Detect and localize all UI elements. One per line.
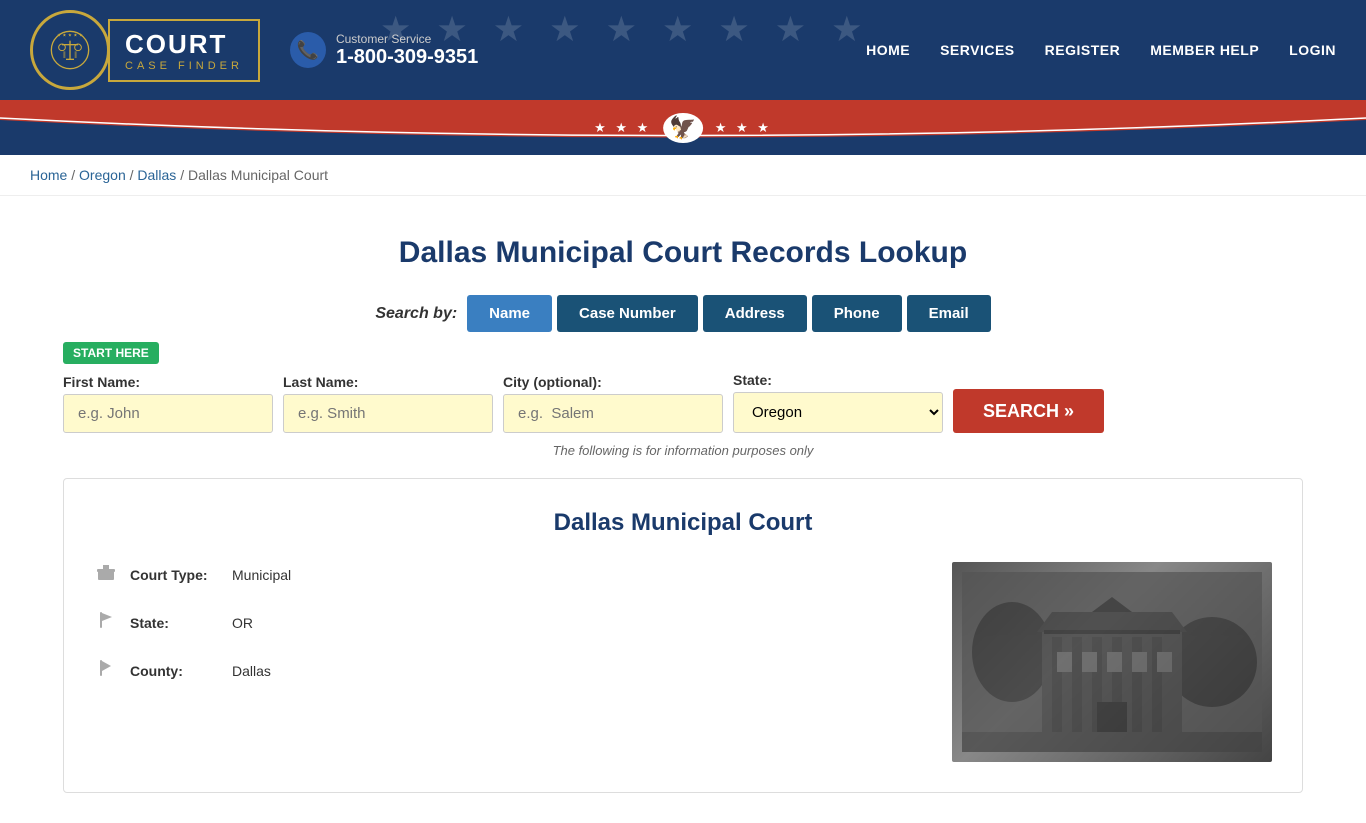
nav-home[interactable]: HOME [866,42,910,58]
search-form-container: START HERE First Name: Last Name: City (… [63,342,1303,433]
logo-area: ★ ★ ★ ★ ★ COURT CASE FINDER 📞 Customer S… [30,10,478,90]
nav-login[interactable]: LOGIN [1289,42,1336,58]
first-name-label: First Name: [63,374,273,390]
breadcrumb: Home / Oregon / Dallas / Dallas Municipa… [0,155,1366,196]
phone-icon: 📞 [290,32,326,68]
tab-case-number[interactable]: Case Number [557,295,698,332]
logo-badge: ★ ★ ★ ★ ★ [30,10,110,90]
building-illustration [962,572,1262,752]
flag-icon [94,610,118,636]
cs-phone: 1-800-309-9351 [336,46,478,69]
state-label: State: [733,372,943,388]
court-type-label: Court Type: [130,567,220,583]
state-info-value: OR [232,615,253,631]
breadcrumb-current: Dallas Municipal Court [188,167,328,183]
logo-text: COURT CASE FINDER [108,19,260,82]
county-value: Dallas [232,663,271,679]
start-here-badge: START HERE [63,342,159,364]
last-name-group: Last Name: [283,374,493,433]
eagle-icon: 🦅 [663,113,702,143]
nav-services[interactable]: SERVICES [940,42,1015,58]
state-row: State: OR [94,610,922,636]
court-card-title: Dallas Municipal Court [94,509,1272,537]
search-button[interactable]: SEARCH » [953,389,1104,433]
state-info-label: State: [130,615,220,631]
search-by-row: Search by: Name Case Number Address Phon… [63,295,1303,332]
state-select[interactable]: Oregon Alabama Alaska Arizona California… [733,392,943,433]
info-note: The following is for information purpose… [63,443,1303,458]
city-input[interactable] [503,394,723,433]
breadcrumb-sep3: / [180,167,188,183]
tab-name[interactable]: Name [467,295,552,332]
court-card-body: Court Type: Municipal State: OR [94,562,1272,762]
last-name-label: Last Name: [283,374,493,390]
breadcrumb-home[interactable]: Home [30,167,67,183]
court-card: Dallas Municipal Court Court Type: [63,478,1303,793]
tab-phone[interactable]: Phone [812,295,902,332]
tab-address[interactable]: Address [703,295,807,332]
pennant-icon [94,658,118,684]
search-form-row: First Name: Last Name: City (optional): … [63,372,1303,433]
header: ★ ★ ★ ★ ★ COURT CASE FINDER 📞 Customer S… [0,0,1366,100]
eagle-row: ★ ★ ★ 🦅 ★ ★ ★ [594,113,772,143]
main-nav: HOME SERVICES REGISTER MEMBER HELP LOGIN [866,42,1336,58]
logo-sub-text: CASE FINDER [125,60,243,72]
last-name-input[interactable] [283,394,493,433]
city-label: City (optional): [503,374,723,390]
building-icon [94,562,118,588]
breadcrumb-sep1: / [71,167,79,183]
county-row: County: Dallas [94,658,922,684]
page-title: Dallas Municipal Court Records Lookup [63,236,1303,270]
search-by-label: Search by: [375,305,457,323]
state-group: State: Oregon Alabama Alaska Arizona Cal… [733,372,943,433]
city-group: City (optional): [503,374,723,433]
breadcrumb-dallas[interactable]: Dallas [137,167,176,183]
nav-register[interactable]: REGISTER [1045,42,1121,58]
court-image [952,562,1272,762]
logo-court-text: COURT [125,29,243,60]
nav-member-help[interactable]: MEMBER HELP [1150,42,1259,58]
wave-banner: ★ ★ ★ 🦅 ★ ★ ★ [0,100,1366,155]
first-name-input[interactable] [63,394,273,433]
court-image-placeholder [952,562,1272,762]
tab-email[interactable]: Email [907,295,991,332]
logo-icon: ★ ★ ★ ★ ★ [50,30,90,70]
customer-service: 📞 Customer Service 1-800-309-9351 [290,32,478,69]
cs-label: Customer Service [336,32,478,46]
breadcrumb-oregon[interactable]: Oregon [79,167,126,183]
county-label: County: [130,663,220,679]
court-type-value: Municipal [232,567,291,583]
stars-right: ★ ★ ★ [715,120,772,136]
court-type-row: Court Type: Municipal [94,562,922,588]
main-content: Dallas Municipal Court Records Lookup Se… [33,196,1333,823]
court-info-list: Court Type: Municipal State: OR [94,562,922,762]
stars-left: ★ ★ ★ [594,120,651,136]
first-name-group: First Name: [63,374,273,433]
svg-text:★ ★ ★ ★ ★: ★ ★ ★ ★ ★ [57,33,84,38]
